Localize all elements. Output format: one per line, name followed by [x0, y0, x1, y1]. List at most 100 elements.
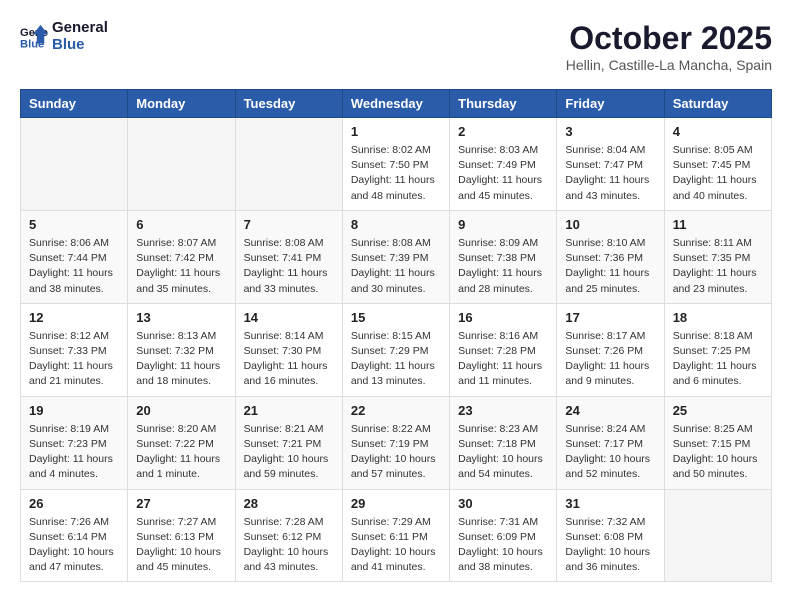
weekday-header-row: SundayMondayTuesdayWednesdayThursdayFrid…: [21, 90, 772, 118]
day-number: 11: [673, 217, 763, 232]
day-number: 14: [244, 310, 334, 325]
logo-text-general: General: [52, 20, 108, 37]
calendar-week-4: 26 Sunrise: 7:26 AM Sunset: 6:14 PM Dayli…: [21, 489, 772, 582]
day-number: 4: [673, 124, 763, 139]
calendar-cell: 11 Sunrise: 8:11 AM Sunset: 7:35 PM Dayli…: [664, 210, 771, 303]
day-info: Sunrise: 8:02 AM Sunset: 7:50 PM Dayligh…: [351, 143, 441, 204]
day-number: 17: [565, 310, 655, 325]
weekday-header-tuesday: Tuesday: [235, 90, 342, 118]
calendar-cell: 21 Sunrise: 8:21 AM Sunset: 7:21 PM Dayli…: [235, 396, 342, 489]
calendar-cell: 24 Sunrise: 8:24 AM Sunset: 7:17 PM Dayli…: [557, 396, 664, 489]
calendar-cell: 29Sunrise: 7:29 AM Sunset: 6:11 PM Dayli…: [342, 489, 449, 582]
day-number: 29: [351, 496, 441, 511]
day-number: 5: [29, 217, 119, 232]
calendar-cell: 4 Sunrise: 8:05 AM Sunset: 7:45 PM Daylig…: [664, 118, 771, 211]
calendar-cell: 17 Sunrise: 8:17 AM Sunset: 7:26 PM Dayli…: [557, 303, 664, 396]
day-number: 18: [673, 310, 763, 325]
day-info: Sunrise: 8:09 AM Sunset: 7:38 PM Dayligh…: [458, 236, 548, 297]
logo-icon: General Blue: [20, 23, 48, 51]
day-info: Sunrise: 7:28 AM Sunset: 6:12 PM Dayligh…: [244, 515, 334, 576]
weekday-header-monday: Monday: [128, 90, 235, 118]
calendar-cell: 6Sunrise: 8:07 AM Sunset: 7:42 PM Daylig…: [128, 210, 235, 303]
day-number: 27: [136, 496, 226, 511]
calendar-cell: [128, 118, 235, 211]
calendar-cell: 14 Sunrise: 8:14 AM Sunset: 7:30 PM Dayli…: [235, 303, 342, 396]
day-info: Sunrise: 7:31 AM Sunset: 6:09 PM Dayligh…: [458, 515, 548, 576]
day-number: 6: [136, 217, 226, 232]
calendar-cell: 9Sunrise: 8:09 AM Sunset: 7:38 PM Daylig…: [450, 210, 557, 303]
day-number: 19: [29, 403, 119, 418]
calendar-cell: 18 Sunrise: 8:18 AM Sunset: 7:25 PM Dayli…: [664, 303, 771, 396]
day-info: Sunrise: 8:11 AM Sunset: 7:35 PM Dayligh…: [673, 236, 763, 297]
day-number: 23: [458, 403, 548, 418]
calendar-week-3: 19Sunrise: 8:19 AM Sunset: 7:23 PM Dayli…: [21, 396, 772, 489]
day-number: 24: [565, 403, 655, 418]
logo-text-blue: Blue: [52, 37, 108, 54]
day-number: 25: [673, 403, 763, 418]
day-info: Sunrise: 8:12 AM Sunset: 7:33 PM Dayligh…: [29, 329, 119, 390]
day-info: Sunrise: 8:08 AM Sunset: 7:39 PM Dayligh…: [351, 236, 441, 297]
calendar-cell: 13 Sunrise: 8:13 AM Sunset: 7:32 PM Dayli…: [128, 303, 235, 396]
calendar-week-1: 5 Sunrise: 8:06 AM Sunset: 7:44 PM Daylig…: [21, 210, 772, 303]
calendar-table: SundayMondayTuesdayWednesdayThursdayFrid…: [20, 89, 772, 582]
day-number: 7: [244, 217, 334, 232]
day-info: Sunrise: 8:24 AM Sunset: 7:17 PM Dayligh…: [565, 422, 655, 483]
day-info: Sunrise: 7:27 AM Sunset: 6:13 PM Dayligh…: [136, 515, 226, 576]
day-info: Sunrise: 8:22 AM Sunset: 7:19 PM Dayligh…: [351, 422, 441, 483]
day-info: Sunrise: 8:04 AM Sunset: 7:47 PM Dayligh…: [565, 143, 655, 204]
day-number: 1: [351, 124, 441, 139]
calendar-cell: 7 Sunrise: 8:08 AM Sunset: 7:41 PM Daylig…: [235, 210, 342, 303]
day-info: Sunrise: 8:05 AM Sunset: 7:45 PM Dayligh…: [673, 143, 763, 204]
header: General Blue General Blue October 2025 H…: [20, 20, 772, 73]
day-info: Sunrise: 8:21 AM Sunset: 7:21 PM Dayligh…: [244, 422, 334, 483]
weekday-header-friday: Friday: [557, 90, 664, 118]
day-info: Sunrise: 8:06 AM Sunset: 7:44 PM Dayligh…: [29, 236, 119, 297]
day-number: 15: [351, 310, 441, 325]
day-info: Sunrise: 8:17 AM Sunset: 7:26 PM Dayligh…: [565, 329, 655, 390]
day-number: 26: [29, 496, 119, 511]
day-number: 8: [351, 217, 441, 232]
weekday-header-wednesday: Wednesday: [342, 90, 449, 118]
day-info: Sunrise: 8:25 AM Sunset: 7:15 PM Dayligh…: [673, 422, 763, 483]
location-title: Hellin, Castille-La Mancha, Spain: [566, 57, 772, 73]
day-number: 12: [29, 310, 119, 325]
weekday-header-sunday: Sunday: [21, 90, 128, 118]
day-info: Sunrise: 8:10 AM Sunset: 7:36 PM Dayligh…: [565, 236, 655, 297]
day-number: 31: [565, 496, 655, 511]
day-info: Sunrise: 8:16 AM Sunset: 7:28 PM Dayligh…: [458, 329, 548, 390]
day-info: Sunrise: 8:20 AM Sunset: 7:22 PM Dayligh…: [136, 422, 226, 483]
day-info: Sunrise: 8:14 AM Sunset: 7:30 PM Dayligh…: [244, 329, 334, 390]
calendar-cell: 25 Sunrise: 8:25 AM Sunset: 7:15 PM Dayli…: [664, 396, 771, 489]
weekday-header-thursday: Thursday: [450, 90, 557, 118]
calendar-cell: 8 Sunrise: 8:08 AM Sunset: 7:39 PM Daylig…: [342, 210, 449, 303]
day-number: 10: [565, 217, 655, 232]
day-number: 2: [458, 124, 548, 139]
day-number: 13: [136, 310, 226, 325]
calendar-week-2: 12 Sunrise: 8:12 AM Sunset: 7:33 PM Dayli…: [21, 303, 772, 396]
day-number: 21: [244, 403, 334, 418]
day-number: 22: [351, 403, 441, 418]
calendar-cell: [235, 118, 342, 211]
calendar-cell: 16Sunrise: 8:16 AM Sunset: 7:28 PM Dayli…: [450, 303, 557, 396]
calendar-cell: 26 Sunrise: 7:26 AM Sunset: 6:14 PM Dayli…: [21, 489, 128, 582]
calendar-cell: 5 Sunrise: 8:06 AM Sunset: 7:44 PM Daylig…: [21, 210, 128, 303]
calendar-cell: 22 Sunrise: 8:22 AM Sunset: 7:19 PM Dayli…: [342, 396, 449, 489]
calendar-cell: 28 Sunrise: 7:28 AM Sunset: 6:12 PM Dayli…: [235, 489, 342, 582]
calendar-cell: 19Sunrise: 8:19 AM Sunset: 7:23 PM Dayli…: [21, 396, 128, 489]
calendar-cell: 3 Sunrise: 8:04 AM Sunset: 7:47 PM Daylig…: [557, 118, 664, 211]
day-number: 3: [565, 124, 655, 139]
day-info: Sunrise: 8:08 AM Sunset: 7:41 PM Dayligh…: [244, 236, 334, 297]
day-info: Sunrise: 7:26 AM Sunset: 6:14 PM Dayligh…: [29, 515, 119, 576]
day-number: 30: [458, 496, 548, 511]
day-info: Sunrise: 8:23 AM Sunset: 7:18 PM Dayligh…: [458, 422, 548, 483]
day-info: Sunrise: 8:13 AM Sunset: 7:32 PM Dayligh…: [136, 329, 226, 390]
day-number: 28: [244, 496, 334, 511]
calendar-cell: 15Sunrise: 8:15 AM Sunset: 7:29 PM Dayli…: [342, 303, 449, 396]
calendar-cell: 20 Sunrise: 8:20 AM Sunset: 7:22 PM Dayli…: [128, 396, 235, 489]
calendar-cell: 1 Sunrise: 8:02 AM Sunset: 7:50 PM Daylig…: [342, 118, 449, 211]
day-info: Sunrise: 8:18 AM Sunset: 7:25 PM Dayligh…: [673, 329, 763, 390]
calendar-cell: 10 Sunrise: 8:10 AM Sunset: 7:36 PM Dayli…: [557, 210, 664, 303]
weekday-header-saturday: Saturday: [664, 90, 771, 118]
day-number: 20: [136, 403, 226, 418]
logo: General Blue General Blue: [20, 20, 108, 53]
